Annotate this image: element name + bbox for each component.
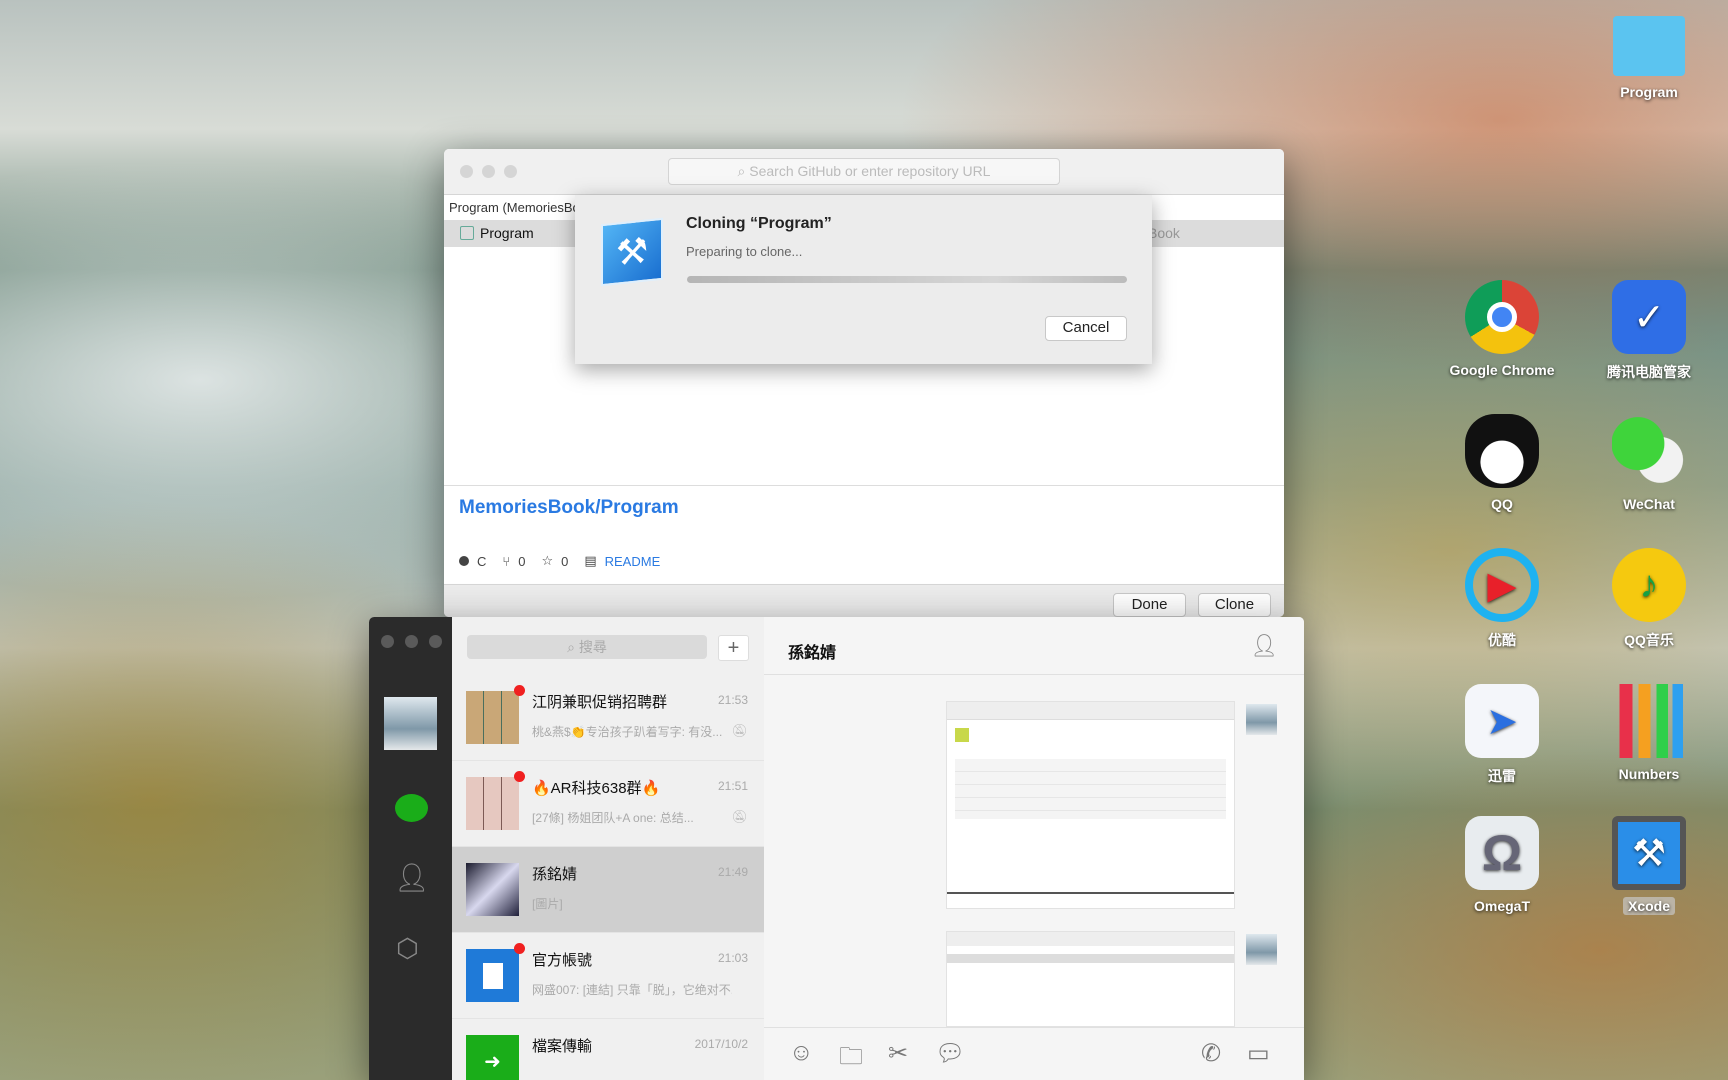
minimize-button[interactable] xyxy=(405,635,418,648)
desktop-icon-numbers[interactable]: Numbers xyxy=(1579,684,1719,782)
wechat-sidebar: 👤︎ ⬡ xyxy=(369,617,452,1080)
image-message[interactable] xyxy=(946,931,1235,1027)
unread-badge xyxy=(514,771,525,782)
repository-icon xyxy=(460,226,474,240)
youku-icon: ▶ xyxy=(1465,548,1539,622)
chat-list-item[interactable]: 江阴兼职促销招聘群 21:53 桃&燕$👏专治孩子趴着写字: 有没... 🔕︎ xyxy=(452,675,764,761)
favorites-box-icon[interactable]: ⬡ xyxy=(396,933,419,964)
contacts-icon[interactable]: 👤︎ xyxy=(394,861,430,894)
xcode-hammer-icon: ⚒ xyxy=(1612,816,1686,890)
unread-badge xyxy=(514,685,525,696)
search-icon: ⌕ xyxy=(737,163,746,179)
xcode-app-icon: ⚒ xyxy=(601,217,663,287)
chat-list-pane: ⌕ 搜尋 + 江阴兼职促销招聘群 21:53 桃&燕$👏专治孩子趴着写字: 有没..… xyxy=(452,617,764,1080)
repository-search-field[interactable]: ⌕ Search GitHub or enter repository URL xyxy=(668,158,1060,185)
chat-history-icon[interactable]: 💬︎ xyxy=(935,1039,965,1068)
desktop-icon-qq[interactable]: QQ xyxy=(1432,414,1572,512)
contact-avatar xyxy=(466,863,519,916)
desktop-icon-qq-music[interactable]: ♪ QQ音乐 xyxy=(1579,548,1719,650)
phone-icon[interactable]: ✆ xyxy=(1201,1039,1221,1068)
unread-badge xyxy=(514,943,525,954)
image-message[interactable] xyxy=(946,701,1235,909)
folder-icon[interactable]: 🗀 xyxy=(839,1039,863,1080)
desktop-icon-xunlei[interactable]: ➤ 迅雷 xyxy=(1432,684,1572,786)
title-bar: ⌕ Search GitHub or enter repository URL xyxy=(444,149,1284,195)
book-icon: ▤ xyxy=(584,553,597,568)
desktop-icon-youku[interactable]: ▶ 优酷 xyxy=(1432,548,1572,650)
desktop-icon-program[interactable]: Program xyxy=(1579,16,1719,100)
readme-link[interactable]: README xyxy=(605,554,661,569)
bar-chart-icon xyxy=(1612,684,1686,758)
close-button[interactable] xyxy=(460,165,473,178)
chat-list-item-selected[interactable]: 孫銘婧 21:49 [圖片] xyxy=(452,847,764,933)
add-chat-button[interactable]: + xyxy=(718,635,749,661)
omega-icon: Ω xyxy=(1465,816,1539,890)
chat-pane: 孫銘婧 👤︎ xyxy=(764,617,1304,1080)
user-avatar[interactable] xyxy=(384,697,437,750)
group-avatar xyxy=(466,777,519,830)
sheet-status: Preparing to clone... xyxy=(686,244,803,259)
zoom-button[interactable] xyxy=(504,165,517,178)
cloning-sheet: ⚒ Cloning “Program” Preparing to clone..… xyxy=(575,195,1152,364)
folder-icon xyxy=(1613,16,1685,76)
video-call-icon[interactable]: ▭ xyxy=(1247,1039,1270,1068)
close-button[interactable] xyxy=(381,635,394,648)
emoji-icon[interactable]: ☺ xyxy=(789,1039,814,1067)
repo-stats: C ⑂ 0 ☆ 0 ▤ README xyxy=(459,553,660,569)
search-icon: ⌕ xyxy=(567,639,575,655)
chat-search-input[interactable]: ⌕ 搜尋 xyxy=(467,635,707,659)
desktop-icon-wechat[interactable]: WeChat xyxy=(1579,414,1719,512)
desktop-icon-chrome[interactable]: Google Chrome xyxy=(1432,280,1572,378)
done-button[interactable]: Done xyxy=(1113,593,1186,617)
qq-penguin-icon xyxy=(1465,414,1539,488)
zoom-button[interactable] xyxy=(429,635,442,648)
star-icon: ☆ xyxy=(541,553,554,568)
official-accounts-icon xyxy=(466,949,519,1002)
clone-progress-bar xyxy=(687,276,1127,283)
mute-icon: 🔕︎ xyxy=(731,723,748,738)
sender-avatar xyxy=(1246,704,1277,735)
repo-title-link[interactable]: MemoriesBook/Program xyxy=(459,497,679,519)
group-avatar xyxy=(466,691,519,744)
wechat-window: 👤︎ ⬡ ⌕ 搜尋 + 江阴兼职促销招聘群 21:53 桃&燕$👏专治孩子趴着写字:… xyxy=(369,617,1304,1080)
chat-list-item[interactable]: 🔥AR科技638群🔥 21:51 [27條] 杨姐团队+A one: 总结... 🔕︎ xyxy=(452,761,764,847)
bird-icon: ➤ xyxy=(1465,684,1539,758)
chat-list-item[interactable]: ➜ 檔案傳輸 2017/10/2 xyxy=(452,1019,764,1080)
chats-icon[interactable] xyxy=(395,794,428,822)
cancel-button[interactable]: Cancel xyxy=(1045,316,1127,341)
clone-button[interactable]: Clone xyxy=(1198,593,1271,617)
mute-icon: 🔕︎ xyxy=(731,809,748,824)
wechat-icon xyxy=(1612,414,1686,488)
minimize-button[interactable] xyxy=(482,165,495,178)
sheet-title: Cloning “Program” xyxy=(686,215,832,232)
scissors-icon[interactable]: ✂ xyxy=(888,1039,908,1068)
desktop-icon-xcode[interactable]: ⚒ Xcode xyxy=(1579,816,1719,915)
fork-icon: ⑂ xyxy=(502,553,511,569)
contact-info-icon[interactable]: 👤︎ xyxy=(1250,633,1278,659)
chat-list-item[interactable]: 官方帳號 21:03 网盛007: [連結] 只靠「脱」，它绝对不... xyxy=(452,933,764,1019)
chrome-icon xyxy=(1465,280,1539,354)
desktop-icon-omegat[interactable]: Ω OmegaT xyxy=(1432,816,1572,914)
shield-icon: ✓ xyxy=(1612,280,1686,354)
sender-avatar xyxy=(1246,934,1277,965)
music-note-icon: ♪ xyxy=(1612,548,1686,622)
chat-title: 孫銘婧 xyxy=(788,645,837,662)
file-transfer-icon: ➜ xyxy=(466,1035,519,1080)
desktop-icon-tencent-pc-manager[interactable]: ✓ 腾讯电脑管家 xyxy=(1579,280,1719,382)
language-dot-icon xyxy=(459,556,469,566)
